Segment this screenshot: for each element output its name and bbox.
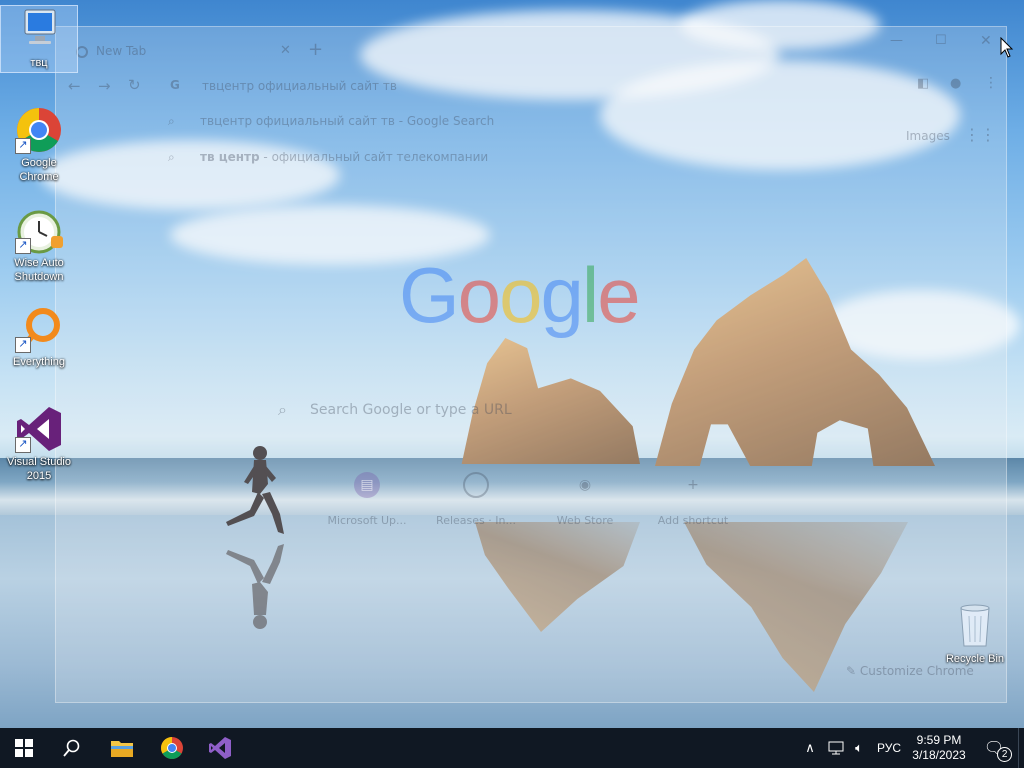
suggestion-text: - официальный сайт телекомпании: [259, 150, 489, 164]
maximize-button[interactable]: ☐: [935, 33, 947, 48]
toolbar: ← → ↻ G твцентр официальный сайт тв ◧ ● …: [56, 73, 1006, 103]
language-label: РУС: [876, 741, 902, 755]
notification-icon: 🗨︎ 2: [984, 738, 1013, 762]
desktop-icon-label: Recycle Bin: [945, 653, 1005, 665]
chrome-window[interactable]: New Tab ✕ + — ☐ ✕ ← → ↻ G твцентр официа…: [55, 26, 1007, 703]
forward-button[interactable]: →: [98, 77, 111, 95]
taskbar-google-chrome[interactable]: [148, 728, 196, 768]
mouse-cursor-icon: [1000, 37, 1014, 58]
github-icon: [463, 472, 489, 498]
desktop: New Tab ✕ + — ☐ ✕ ← → ↻ G твцентр официа…: [0, 0, 1024, 728]
taskbar-visual-studio[interactable]: [196, 728, 244, 768]
ntp-search-box[interactable]: ⌕ Search Google or type a URL: [266, 392, 796, 428]
recycle-bin-icon: [951, 602, 999, 650]
pencil-icon: ✎: [846, 664, 857, 678]
shortcut-label: Releases · In...: [436, 514, 516, 527]
minimize-button[interactable]: —: [890, 33, 903, 48]
clock-time: 9:59 PM: [916, 733, 962, 747]
images-link[interactable]: Images: [906, 129, 950, 143]
chrome-icon: ↗: [15, 106, 63, 154]
network-icon: [828, 741, 844, 755]
action-center-button[interactable]: 🗨︎ 2: [976, 728, 1013, 768]
shortcut-tile[interactable]: Releases · In...: [428, 472, 524, 527]
tab-title: New Tab: [96, 44, 147, 58]
customize-label: Customize Chrome: [859, 664, 974, 678]
clock-date: 3/18/2023: [912, 748, 966, 762]
shortcut-tile[interactable]: ▤ Microsoft Up...: [319, 472, 415, 527]
volume-tray-icon[interactable]: 🔈︎: [848, 728, 870, 768]
add-icon: +: [687, 477, 699, 493]
reload-button[interactable]: ↻: [128, 76, 141, 94]
shortcut-icon: ▤: [354, 472, 380, 498]
chevron-up-icon: ∧: [805, 740, 815, 755]
shortcut-label: Microsoft Up...: [327, 514, 407, 527]
omnibox-suggestions: ⌕ твцентр официальный сайт тв - Google S…: [152, 103, 912, 185]
web-store-icon: ◉: [578, 477, 592, 493]
omnibox-google-icon: G: [170, 78, 180, 92]
show-hidden-icons-button[interactable]: ∧: [800, 728, 820, 768]
windows-logo-icon: [15, 739, 33, 757]
suggestion-bold: тв центр: [200, 150, 260, 164]
desktop-icon-label: Everything: [13, 356, 65, 368]
profile-icon[interactable]: ●: [950, 76, 961, 91]
search-button[interactable]: [48, 728, 96, 768]
suggestion-text: твцентр официальный сайт тв - Google Sea…: [200, 114, 495, 128]
customize-chrome-button[interactable]: ✎ Customize Chrome: [846, 664, 974, 678]
network-tray-icon[interactable]: [824, 728, 848, 768]
side-panel-icon[interactable]: ◧: [917, 76, 929, 91]
ntp-search-placeholder: Search Google or type a URL: [310, 402, 512, 418]
desktop-icon-everything[interactable]: ↗ Everything: [1, 305, 77, 369]
search-icon: [63, 739, 80, 757]
google-logo: Google: [399, 251, 641, 339]
taskbar: ∧ 🔈︎ РУС 9:59 PM 3/18/2023 🗨︎ 2: [0, 728, 1024, 768]
desktop-icon-visual-studio-2015[interactable]: ↗ Visual Studio 2015: [1, 405, 77, 483]
shortcut-tile[interactable]: + Add shortcut: [645, 472, 741, 527]
tab-close-icon[interactable]: ✕: [280, 37, 291, 65]
menu-icon[interactable]: ⋮: [984, 75, 998, 91]
desktop-icon-label: твц: [30, 57, 48, 69]
desktop-icon-label: Google Chrome: [19, 157, 59, 183]
visual-studio-icon: ↗: [15, 405, 63, 453]
new-tab-button[interactable]: +: [308, 39, 323, 60]
desktop-icon-recycle-bin[interactable]: Recycle Bin: [937, 602, 1013, 666]
clock[interactable]: 9:59 PM 3/18/2023: [906, 728, 972, 768]
chrome-tab-icon: [76, 45, 88, 58]
shortcut-label: Add shortcut: [657, 514, 729, 527]
desktop-icon-google-chrome[interactable]: ↗ Google Chrome: [1, 106, 77, 184]
desktop-icon-label: Visual Studio 2015: [6, 456, 71, 482]
shortcut-arrow-icon: ↗: [15, 337, 31, 353]
desktop-icon-wise-auto-shutdown[interactable]: ↗ Wise Auto Shutdown: [1, 206, 77, 284]
show-desktop-button[interactable]: [1018, 728, 1024, 768]
search-icon: ⌕: [168, 150, 175, 164]
visual-studio-icon: [209, 737, 231, 759]
tab-new-tab[interactable]: New Tab ✕: [68, 37, 303, 65]
start-button[interactable]: [0, 728, 48, 768]
apps-grid-icon[interactable]: ⋮⋮: [964, 125, 996, 144]
back-button[interactable]: ←: [68, 77, 81, 95]
desktop-icon-label: Wise Auto Shutdown: [14, 257, 64, 283]
close-window-button[interactable]: ✕: [980, 33, 992, 49]
desktop-icon-tvc[interactable]: твц: [0, 5, 78, 73]
shortcut-arrow-icon: ↗: [15, 437, 31, 453]
shortcut-tile[interactable]: ◉ Web Store: [537, 472, 633, 527]
suggestion-item[interactable]: ⌕ твцентр официальный сайт тв - Google S…: [152, 103, 912, 139]
clock-icon: ↗: [15, 206, 63, 254]
shortcut-arrow-icon: ↗: [15, 238, 31, 254]
input-language-indicator[interactable]: РУС: [872, 728, 906, 768]
computer-icon: [15, 6, 63, 54]
search-icon: ⌕: [168, 114, 175, 128]
shortcut-arrow-icon: ↗: [15, 138, 31, 154]
omnibox-input[interactable]: твцентр официальный сайт тв: [202, 79, 397, 93]
suggestion-item[interactable]: ⌕ тв центр - официальный сайт телекомпан…: [152, 139, 912, 175]
chrome-icon: [161, 737, 183, 759]
magnifier-icon: ↗: [15, 305, 63, 353]
folder-icon: [111, 741, 133, 757]
speaker-icon: 🔈︎: [855, 740, 863, 755]
taskbar-file-explorer[interactable]: [98, 728, 146, 768]
search-icon: ⌕: [278, 400, 287, 419]
shortcut-label: Web Store: [556, 514, 614, 527]
notification-count-badge: 2: [997, 747, 1013, 762]
